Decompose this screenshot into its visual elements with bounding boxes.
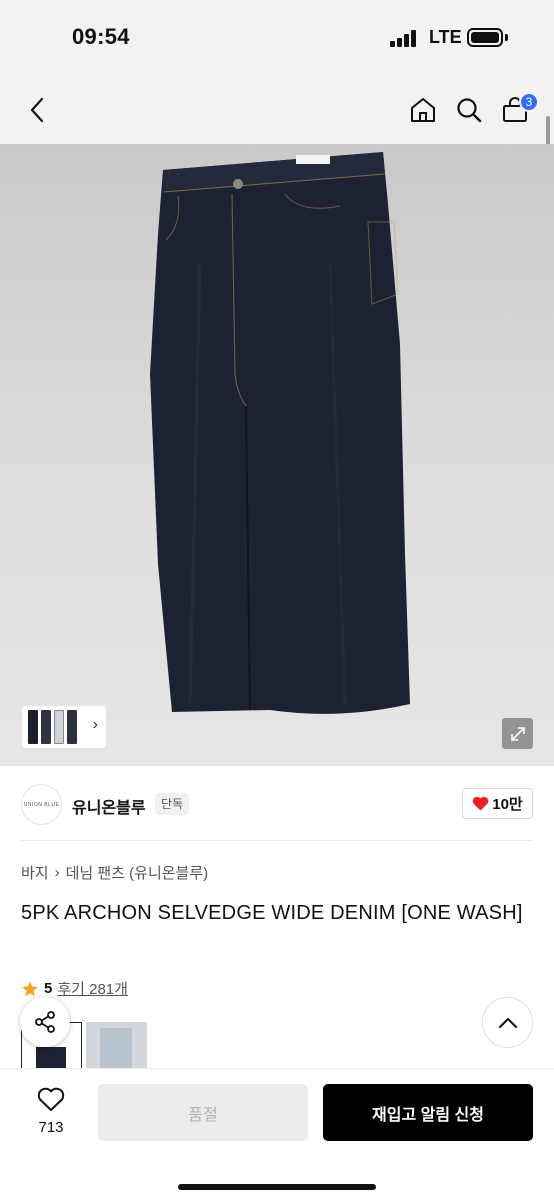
brand-like-count: 10만 bbox=[492, 796, 523, 813]
expand-image-button[interactable] bbox=[502, 718, 533, 749]
status-bar: 09:54 LTE bbox=[0, 0, 554, 76]
home-icon bbox=[411, 98, 435, 122]
brand-row[interactable]: UNION BLUE 유니온블루 단독 10만 bbox=[0, 766, 554, 840]
thumbnail-2[interactable] bbox=[41, 710, 51, 744]
battery-icon bbox=[467, 28, 503, 47]
restock-alert-button[interactable]: 재입고 알림 신청 bbox=[323, 1084, 533, 1141]
share-icon bbox=[35, 1011, 55, 1033]
brand-name[interactable]: 유니온블루 bbox=[72, 794, 146, 818]
soldout-button[interactable]: 품절 bbox=[98, 1084, 308, 1141]
home-button[interactable] bbox=[403, 90, 443, 130]
network-label: LTE bbox=[429, 27, 462, 47]
share-button[interactable] bbox=[20, 997, 70, 1047]
brand-like-button[interactable]: 10만 bbox=[462, 788, 533, 819]
signal-icon bbox=[390, 29, 420, 47]
color-option-light[interactable] bbox=[86, 1022, 147, 1072]
expand-icon bbox=[510, 726, 525, 741]
bottom-action-bar: 713 품절 재입고 알림 신청 bbox=[0, 1068, 554, 1200]
cart-count-badge: 3 bbox=[519, 92, 539, 112]
thumbnail-3[interactable] bbox=[54, 710, 64, 744]
scroll-top-button[interactable] bbox=[482, 997, 533, 1048]
breadcrumb-item-subcategory[interactable]: 데님 팬츠 (유니온블루) bbox=[66, 862, 209, 883]
breadcrumb-item-category[interactable]: 바지 bbox=[21, 862, 49, 883]
thumbnail-strip[interactable]: › bbox=[22, 706, 106, 748]
cart-button[interactable]: 3 bbox=[495, 90, 539, 130]
product-title: 5PK ARCHON SELVEDGE WIDE DENIM [ONE WASH… bbox=[21, 902, 523, 924]
back-icon bbox=[30, 97, 44, 123]
brand-logo[interactable]: UNION BLUE bbox=[21, 784, 62, 825]
product-photo bbox=[150, 152, 410, 714]
nav-bar: 3 bbox=[0, 76, 554, 144]
divider bbox=[21, 840, 533, 841]
rating-score: 5 bbox=[44, 980, 53, 997]
home-indicator[interactable] bbox=[178, 1184, 376, 1190]
back-button[interactable] bbox=[17, 90, 57, 130]
heart-filled-icon bbox=[472, 796, 489, 811]
rating-row: 5 후기 281개 bbox=[21, 978, 128, 999]
product-image-gallery[interactable]: › bbox=[0, 144, 554, 766]
search-button[interactable] bbox=[449, 90, 489, 130]
exclusive-badge: 단독 bbox=[155, 793, 190, 815]
wishlist-button[interactable]: 713 bbox=[26, 1087, 76, 1136]
thumbnail-1[interactable] bbox=[28, 710, 38, 744]
thumbnail-chevron-icon[interactable]: › bbox=[93, 716, 98, 734]
status-time: 09:54 bbox=[72, 24, 130, 49]
wishlist-count: 713 bbox=[38, 1119, 64, 1136]
reviews-link[interactable]: 후기 281개 bbox=[57, 978, 128, 999]
heart-outline-icon bbox=[37, 1087, 65, 1111]
scroll-top-icon bbox=[498, 1017, 517, 1028]
breadcrumb: 바지 › 데님 팬츠 (유니온블루) bbox=[21, 862, 208, 883]
thumbnail-4[interactable] bbox=[67, 710, 77, 744]
star-icon bbox=[22, 980, 38, 996]
breadcrumb-chevron-icon: › bbox=[54, 864, 60, 881]
search-icon bbox=[457, 98, 482, 123]
brand-logo-text: UNION BLUE bbox=[23, 801, 60, 808]
battery-cap bbox=[505, 34, 508, 41]
